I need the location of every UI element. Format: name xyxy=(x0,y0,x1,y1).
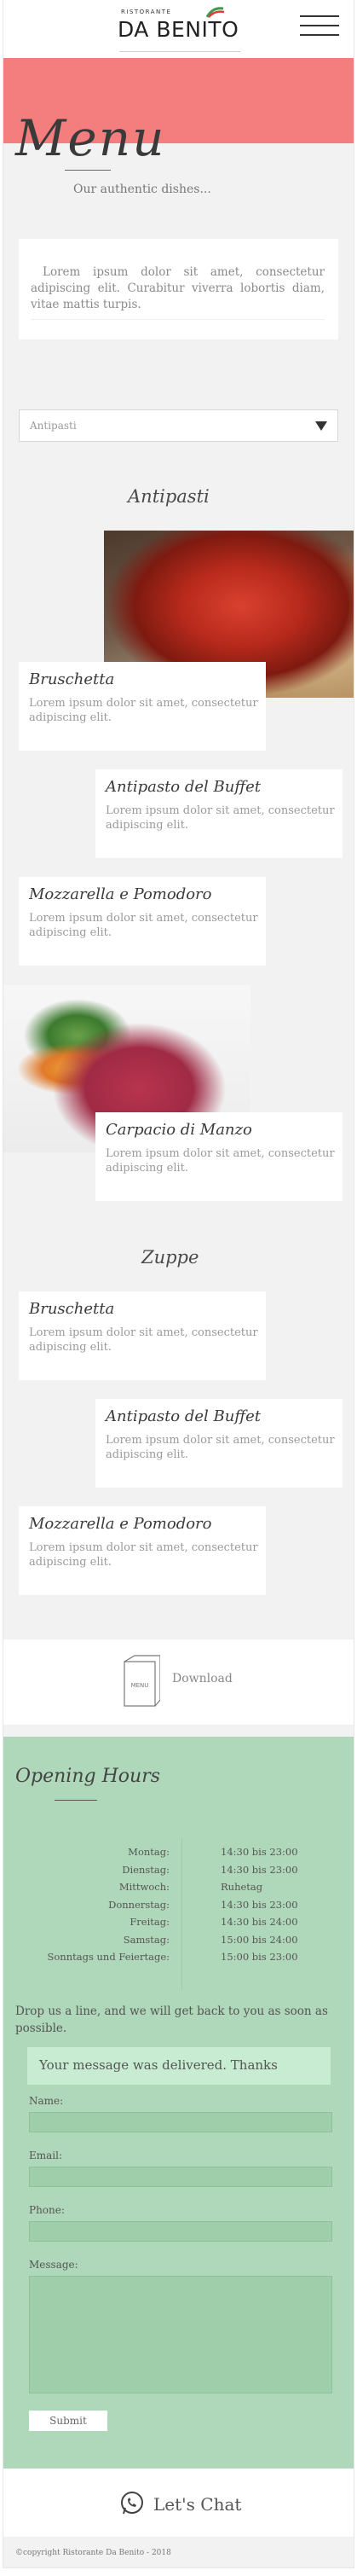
menu-item-description: Lorem ipsum dolor sit amet, consectetur … xyxy=(106,1434,335,1461)
chat-button[interactable]: Let's Chat xyxy=(3,2469,354,2537)
menu-item-description: Lorem ipsum dolor sit amet, consectetur … xyxy=(29,1326,258,1354)
section-title-zuppe: Zuppe xyxy=(141,1247,199,1268)
hours-row: Montag: 14:30 bis 23:00 xyxy=(37,1846,327,1864)
intro-card: Lorem ipsum dolor sit amet, consectetur … xyxy=(19,239,338,339)
email-label: Email: xyxy=(29,2150,63,2161)
menu-book-icon: MENU xyxy=(124,1655,160,1707)
menu-item-card: Bruschetta Lorem ipsum dolor sit amet, c… xyxy=(19,662,266,751)
menu-item-description: Lorem ipsum dolor sit amet, consectetur … xyxy=(29,1541,258,1569)
hours-time: 14:30 bis 23:00 xyxy=(221,1846,298,1858)
menu-item-name: Mozzarella e Pomodoro xyxy=(29,1515,212,1533)
message-field[interactable] xyxy=(29,2276,332,2393)
menu-item-card: Mozzarella e Pomodoro Lorem ipsum dolor … xyxy=(19,877,266,966)
phone-label: Phone: xyxy=(29,2204,65,2216)
hours-day: Dienstag: xyxy=(122,1863,170,1876)
menu-book-label: MENU xyxy=(131,1682,149,1689)
logo-divider xyxy=(119,51,240,52)
site-header: RISTORANTE DA BENITO xyxy=(3,0,354,58)
hours-row: Mittwoch: Ruhetag xyxy=(37,1881,327,1899)
menu-item-name: Bruschetta xyxy=(29,1300,115,1318)
hours-time: 14:30 bis 23:00 xyxy=(221,1863,298,1876)
hours-time: 15:00 bis 24:00 xyxy=(221,1933,298,1946)
whatsapp-icon xyxy=(121,2492,143,2515)
menu-item-description: Lorem ipsum dolor sit amet, consectetur … xyxy=(106,1147,335,1175)
hours-time: 14:30 bis 23:00 xyxy=(221,1898,298,1911)
name-field[interactable] xyxy=(29,2112,332,2132)
hours-day: Freitag: xyxy=(130,1916,170,1928)
logo-small-text: RISTORANTE xyxy=(121,9,172,15)
menu-item-name: Bruschetta xyxy=(29,670,115,688)
hours-time: 14:30 bis 24:00 xyxy=(221,1916,298,1928)
menu-item-description: Lorem ipsum dolor sit amet, consectetur … xyxy=(29,697,258,724)
hours-row: Sonntags und Feiertage: 15:00 bis 23:00 xyxy=(37,1951,327,1969)
phone-field[interactable] xyxy=(29,2221,332,2242)
menu-item-card: Bruschetta Lorem ipsum dolor sit amet, c… xyxy=(19,1291,266,1380)
title-underline xyxy=(65,170,111,171)
logo[interactable]: RISTORANTE DA BENITO xyxy=(112,7,249,55)
chat-label: Let's Chat xyxy=(153,2494,242,2515)
intro-divider xyxy=(31,319,325,320)
hours-row: Freitag: 14:30 bis 24:00 xyxy=(37,1916,327,1934)
page-title: Menu xyxy=(15,109,166,167)
success-message-text: Your message was delivered. Thanks xyxy=(39,2057,278,2073)
menu-item-card: Mozzarella e Pomodoro Lorem ipsum dolor … xyxy=(19,1506,266,1595)
contact-section: Opening Hours Montag: 14:30 bis 23:00 Di… xyxy=(3,1737,354,2469)
opening-hours-title: Opening Hours xyxy=(15,1766,160,1787)
hours-day: Donnerstag: xyxy=(108,1898,170,1911)
menu-item-description: Lorem ipsum dolor sit amet, consectetur … xyxy=(106,804,335,832)
hours-row: Samstag: 15:00 bis 24:00 xyxy=(37,1934,327,1952)
intro-text: Lorem ipsum dolor sit amet, consectetur … xyxy=(31,265,325,311)
hamburger-menu-icon[interactable] xyxy=(300,15,339,41)
name-label: Name: xyxy=(29,2095,64,2107)
logo-text: DA BENITO xyxy=(118,17,239,42)
hours-row: Donnerstag: 14:30 bis 23:00 xyxy=(37,1899,327,1917)
chevron-down-icon xyxy=(315,421,327,431)
hours-row: Dienstag: 14:30 bis 23:00 xyxy=(37,1864,327,1882)
hours-day: Sonntags und Feiertage: xyxy=(47,1951,170,1963)
section-title-antipasti: Antipasti xyxy=(128,486,210,507)
hours-day: Samstag: xyxy=(123,1933,170,1946)
menu-item-card: Antipasto del Buffet Lorem ipsum dolor s… xyxy=(95,769,343,858)
hours-day: Mittwoch: xyxy=(118,1881,170,1893)
download-menu-button[interactable]: MENU Download xyxy=(3,1639,354,1725)
opening-hours-underline xyxy=(55,1800,97,1801)
hours-time: 15:00 bis 23:00 xyxy=(221,1951,298,1963)
menu-item-card: Carpacio di Manzo Lorem ipsum dolor sit … xyxy=(95,1112,343,1201)
hours-time: Ruhetag xyxy=(221,1881,263,1893)
copyright-text: ©copyright Ristorante Da Benito - 2018 xyxy=(15,2549,171,2557)
email-field[interactable] xyxy=(29,2167,332,2187)
menu-item-name: Antipasto del Buffet xyxy=(106,1407,261,1425)
page-frame: RISTORANTE DA BENITO Menu Our authentic … xyxy=(3,0,354,2567)
menu-item-name: Antipasto del Buffet xyxy=(106,778,261,796)
category-select[interactable]: Antipasti xyxy=(19,409,338,442)
submit-button[interactable]: Submit xyxy=(29,2411,107,2431)
message-label: Message: xyxy=(29,2259,78,2271)
menu-item-name: Carpacio di Manzo xyxy=(106,1121,252,1139)
hours-day: Montag: xyxy=(128,1846,170,1858)
menu-item-name: Mozzarella e Pomodoro xyxy=(29,885,212,903)
opening-hours-table: Montag: 14:30 bis 23:00 Dienstag: 14:30 … xyxy=(37,1846,327,1969)
download-label: Download xyxy=(172,1672,233,1685)
menu-item-card: Antipasto del Buffet Lorem ipsum dolor s… xyxy=(95,1399,343,1488)
category-select-value: Antipasti xyxy=(30,420,77,432)
success-message: Your message was delivered. Thanks xyxy=(27,2047,331,2085)
menu-item-description: Lorem ipsum dolor sit amet, consectetur … xyxy=(29,912,258,939)
contact-intro: Drop us a line, and we will get back to … xyxy=(15,2005,328,2035)
page-subtitle: Our authentic dishes... xyxy=(73,183,211,196)
